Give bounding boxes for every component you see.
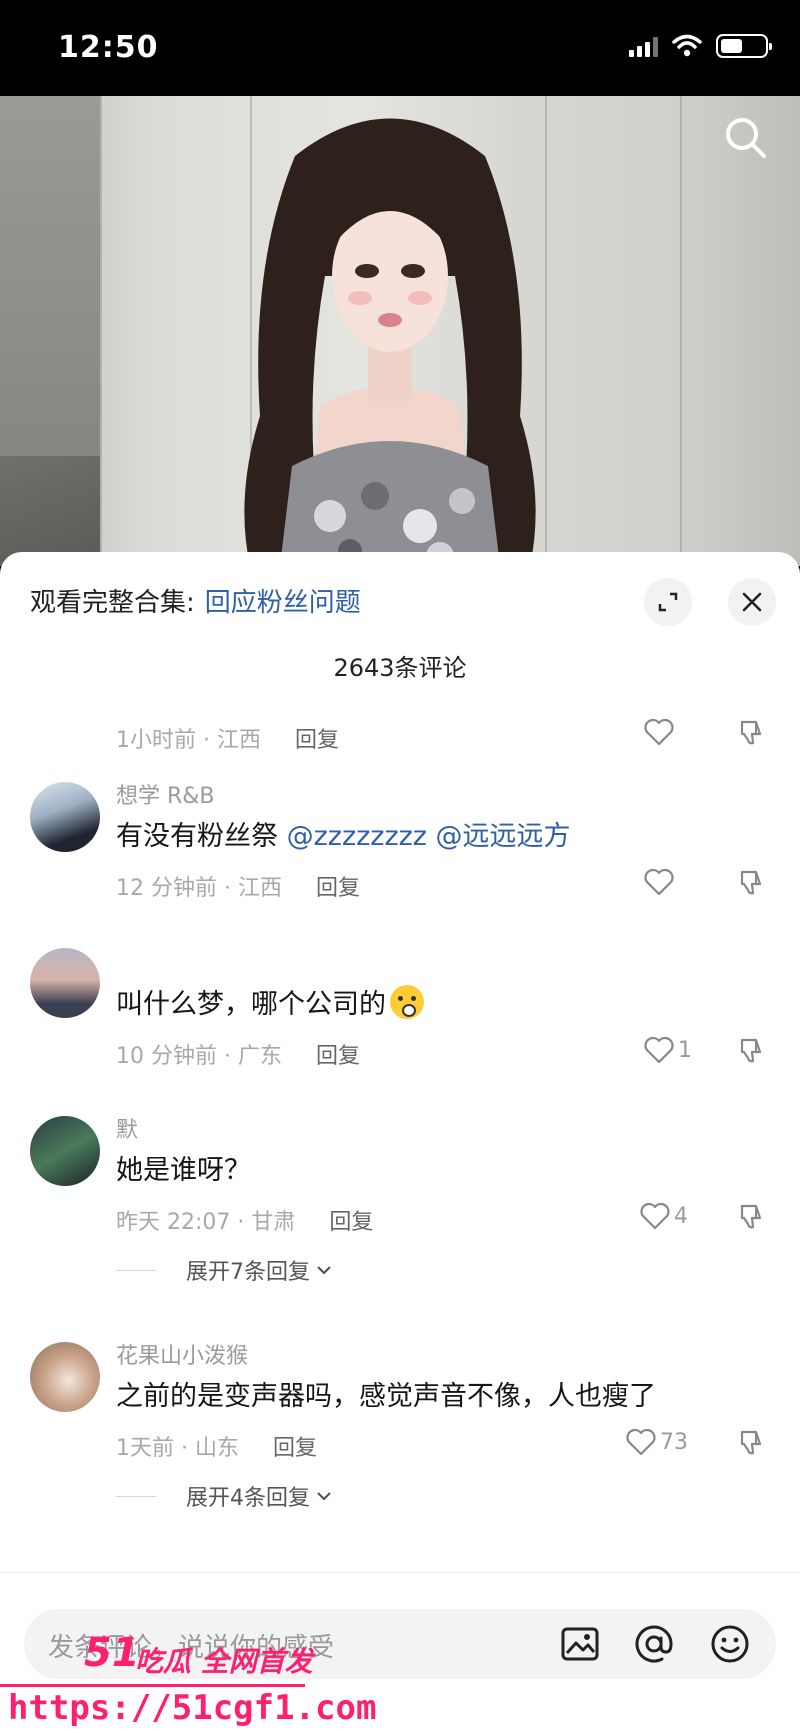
expand-replies-label: 展开7条回复 <box>186 1260 310 1285</box>
heart-icon <box>626 1428 656 1456</box>
collection-link[interactable]: 回应粉丝问题 <box>205 582 361 619</box>
wall-panel-line <box>100 96 102 566</box>
comment-body: 叫什么梦，哪个公司的 <box>116 989 386 1020</box>
comment-text: 叫什么梦，哪个公司的 <box>116 982 424 1021</box>
thumbs-down-icon[interactable] <box>736 868 766 898</box>
reply-button[interactable]: 回复 <box>316 870 360 902</box>
signal-icon <box>629 35 658 57</box>
comment-time-location: 1天前 · 山东 <box>116 1436 239 1461</box>
reply-button[interactable]: 回复 <box>273 1430 317 1462</box>
surprised-emoji-icon <box>390 985 424 1019</box>
wall-panel-line <box>680 96 682 566</box>
watermark-url: https://51cgf1.com <box>8 1688 377 1728</box>
like-button[interactable] <box>644 868 678 896</box>
expand-button[interactable] <box>644 578 692 626</box>
close-button[interactable] <box>728 578 776 626</box>
comment-mentions[interactable]: @zzzzzzzz @远远远方 <box>287 821 571 852</box>
heart-icon <box>644 868 674 896</box>
thumbs-down-icon[interactable] <box>736 1428 766 1458</box>
wifi-icon <box>672 34 702 57</box>
comment-username[interactable]: 想学 R&B <box>116 778 215 810</box>
avatar[interactable] <box>30 1116 100 1186</box>
chevron-down-icon <box>317 1266 331 1275</box>
thumbs-down-icon[interactable] <box>736 1036 766 1066</box>
thumbs-down-icon[interactable] <box>736 718 766 748</box>
status-icons <box>629 34 772 58</box>
avatar[interactable] <box>30 1342 100 1412</box>
close-icon <box>742 592 762 612</box>
like-button[interactable] <box>644 718 678 746</box>
reply-button[interactable]: 回复 <box>295 722 339 754</box>
comment-username[interactable]: 默 <box>116 1112 138 1144</box>
watermark: 51 吃瓜 全网首发 https://51cgf1.com <box>0 1610 376 1733</box>
like-count: 73 <box>660 1429 688 1455</box>
comment-sheet: 观看完整合集: 回应粉丝问题 2643条评论 1小时前 · 江西 回复 想学 R… <box>0 552 800 1733</box>
status-time: 12:50 <box>58 30 159 65</box>
sheet-header: 观看完整合集: 回应粉丝问题 <box>0 552 800 642</box>
at-icon[interactable] <box>632 1622 676 1666</box>
thumbs-down-icon[interactable] <box>736 1202 766 1232</box>
video-player[interactable] <box>0 96 800 566</box>
battery-icon <box>716 34 772 58</box>
reply-button[interactable]: 回复 <box>329 1204 373 1236</box>
comment-username[interactable]: 花果山小泼猴 <box>116 1338 248 1370</box>
comment-text: 有没有粉丝祭 @zzzzzzzz @远远远方 <box>116 814 571 853</box>
comment-meta: 1小时前 · 江西 回复 <box>116 722 339 754</box>
emoji-icon[interactable] <box>708 1622 752 1666</box>
like-button[interactable]: 4 <box>640 1202 688 1230</box>
heart-icon <box>644 718 674 746</box>
watermark-slogan: 吃瓜 全网首发 <box>135 1645 313 1678</box>
expand-icon <box>658 592 678 612</box>
status-bar: 12:50 <box>0 0 800 96</box>
comment-text: 之前的是变声器吗，感觉声音不像，人也瘦了 <box>116 1381 656 1412</box>
comment-time-location: 昨天 22:07 · 甘肃 <box>116 1210 296 1235</box>
avatar[interactable] <box>30 948 100 1018</box>
like-count: 4 <box>674 1203 688 1229</box>
chevron-down-icon <box>317 1492 331 1501</box>
avatar[interactable] <box>30 782 100 852</box>
comment-text: 她是谁呀？ <box>116 1155 251 1186</box>
comment-list[interactable]: 1小时前 · 江西 回复 想学 R&B 有没有粉丝祭 @zzzzzzzz @远远… <box>0 692 800 1572</box>
video-person-image <box>244 118 536 566</box>
comment-meta: 12 分钟前 · 江西 回复 <box>116 870 360 902</box>
watermark-brand: 51 <box>84 1630 140 1676</box>
expand-replies-button[interactable]: 展开4条回复 <box>116 1480 334 1512</box>
comment-meta: 1天前 · 山东 回复 <box>116 1430 317 1462</box>
comment-time-location: 1小时前 · 江西 <box>116 728 261 753</box>
expand-replies-button[interactable]: 展开7条回复 <box>116 1254 334 1286</box>
image-icon[interactable] <box>558 1622 602 1666</box>
expand-replies-label: 展开4条回复 <box>186 1486 310 1511</box>
like-button[interactable]: 1 <box>644 1036 692 1064</box>
comment-meta: 10 分钟前 · 广东 回复 <box>116 1038 360 1070</box>
heart-icon <box>644 1036 674 1064</box>
comment-time-location: 10 分钟前 · 广东 <box>116 1044 282 1069</box>
like-button[interactable]: 73 <box>626 1428 688 1456</box>
heart-icon <box>640 1202 670 1230</box>
watermark-divider <box>0 1684 305 1687</box>
reply-button[interactable]: 回复 <box>316 1038 360 1070</box>
like-count: 1 <box>678 1037 692 1063</box>
comment-count: 2643条评论 <box>333 654 467 682</box>
comment-body: 有没有粉丝祭 <box>116 821 287 852</box>
comment-time-location: 12 分钟前 · 江西 <box>116 876 282 901</box>
video-floor <box>0 456 100 566</box>
comment-meta: 昨天 22:07 · 甘肃 回复 <box>116 1204 373 1236</box>
search-icon[interactable] <box>722 114 770 162</box>
collection-label: 观看完整合集: <box>30 588 195 618</box>
collection-banner: 观看完整合集: 回应粉丝问题 <box>30 582 361 619</box>
